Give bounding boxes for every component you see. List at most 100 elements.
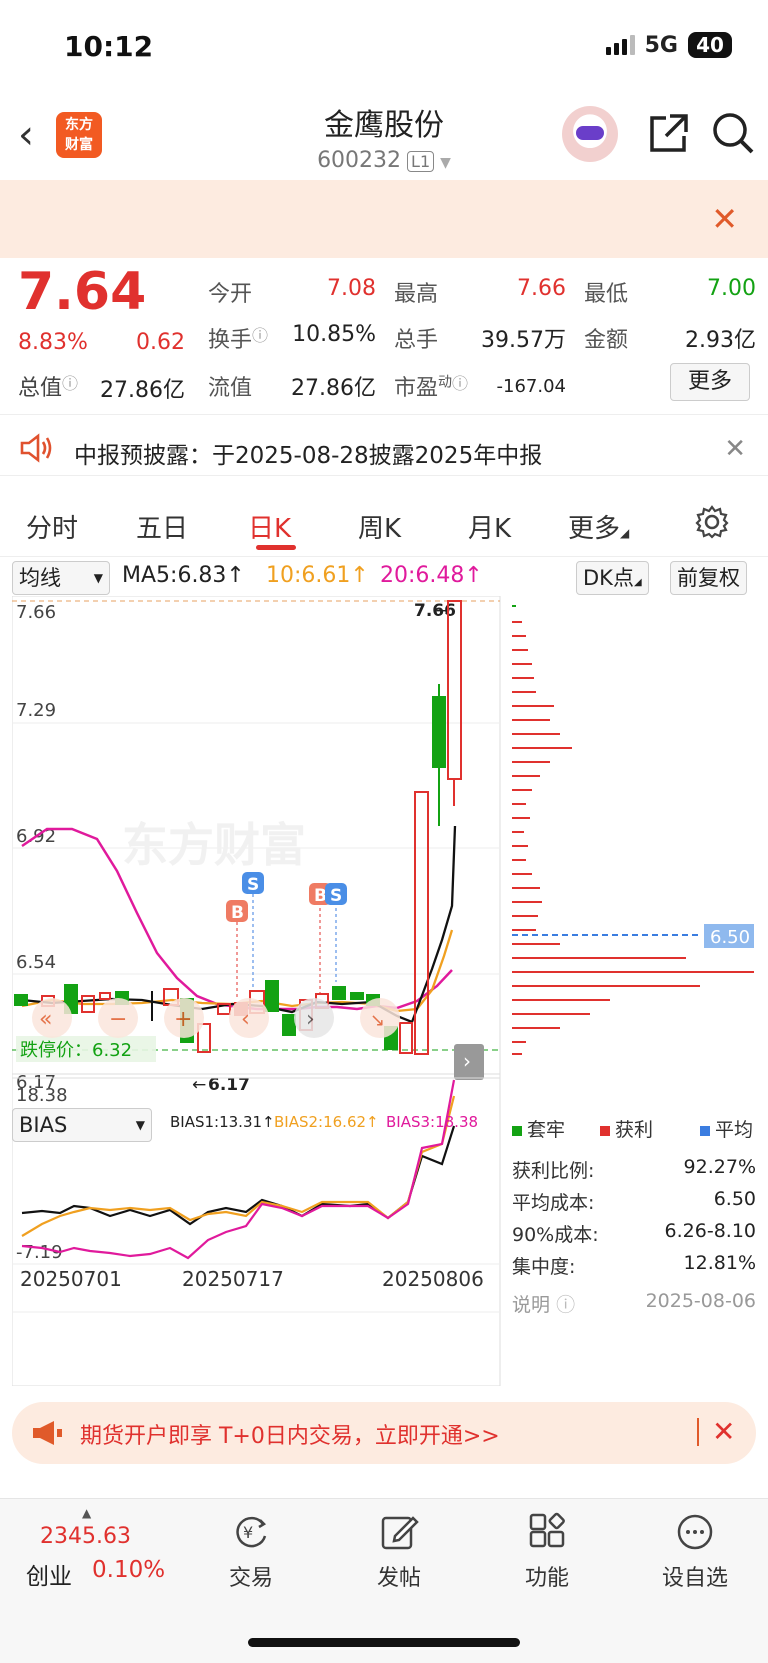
more-button[interactable]: 更多 [670, 363, 750, 401]
network-label: 5G [644, 32, 678, 58]
bias2-label: BIAS2:16.62↑ [274, 1113, 379, 1131]
more-dots-icon [675, 1512, 715, 1552]
svg-text:«: « [39, 1007, 52, 1032]
pe-sup: 动 [438, 374, 453, 391]
index-value[interactable]: 2345.63 [40, 1524, 131, 1549]
pe-label: 市盈动ⓘ [394, 374, 469, 401]
nav-add-watchlist[interactable]: 设自选 [640, 1512, 750, 1592]
date-label: 20250701 [20, 1267, 122, 1291]
close-icon[interactable]: ✕ [712, 1415, 735, 1448]
close-icon[interactable]: ✕ [724, 434, 746, 464]
info-icon: ⓘ [62, 374, 79, 393]
pe-value: -167.04 [496, 376, 566, 397]
bias-select[interactable]: BIAS ▼ [12, 1108, 152, 1142]
corner-arrow-icon: ◢ [633, 577, 642, 588]
signal-icon [605, 35, 635, 55]
nav-post[interactable]: 发帖 [344, 1512, 454, 1592]
low-label: 最低 [584, 282, 629, 307]
y-label: 6.54 [16, 952, 56, 973]
tab-intraday[interactable]: 分时 [26, 508, 78, 545]
info-icon: ⓘ [452, 374, 469, 393]
stat-value: 12.81% [683, 1252, 756, 1274]
legend-profit: 获利 [600, 1115, 653, 1142]
tab-monthly-k[interactable]: 月K [468, 508, 511, 545]
svg-text:↘: ↘ [370, 1010, 385, 1031]
amount-value: 2.93亿 [685, 328, 756, 353]
float-label: 流值 [208, 376, 253, 401]
current-price: 7.64 [18, 262, 147, 322]
stat-value: 6.26-8.10 [664, 1220, 756, 1242]
index-name[interactable]: 创业 [26, 1557, 72, 1591]
y-label: 7.29 [16, 700, 56, 721]
turnover-label: 换手ⓘ [208, 326, 269, 353]
tab-daily-k[interactable]: 日K [248, 508, 291, 545]
ma-select[interactable]: 均线 ▼ [12, 561, 110, 595]
high-value: 7.66 [517, 276, 566, 301]
stat-value: 92.27% [683, 1156, 756, 1178]
tab-five-day[interactable]: 五日 [136, 508, 188, 545]
note-link[interactable]: 说明 ⓘ [512, 1290, 575, 1317]
bias-y-top: 18.38 [16, 1085, 68, 1106]
status-icons: 5G 40 [605, 32, 732, 58]
bias3-label: BIAS3:18.38 [386, 1113, 479, 1131]
float-value: 27.86亿 [291, 376, 376, 401]
chip-bars [512, 621, 754, 1055]
edit-icon [379, 1512, 419, 1552]
date-label: 20250717 [182, 1267, 284, 1291]
cost-marker: 6.50 [710, 927, 750, 948]
settings-icon[interactable] [694, 504, 730, 544]
legend-trapped: 套牢 [512, 1115, 565, 1142]
adjust-button[interactable]: 前复权 [670, 561, 747, 595]
high-label: 最高 [394, 282, 439, 307]
expand-icon: › [463, 1049, 471, 1073]
level-badge: L1 [407, 151, 435, 172]
change-amount: 0.62 [136, 330, 185, 355]
open-label: 今开 [208, 282, 253, 307]
notice-text: 中报预披露：于2025-08-28披露2025年中报 [74, 443, 543, 469]
tab-weekly-k[interactable]: 周K [358, 508, 401, 545]
search-icon[interactable] [710, 110, 756, 156]
limit-down-label: 跌停价：6.32 [20, 1040, 132, 1061]
close-icon[interactable]: ✕ [711, 200, 738, 238]
dropdown-arrow-icon: ▼ [93, 571, 103, 585]
caret-up-icon: ▲ [82, 1506, 92, 1520]
nav-functions[interactable]: 功能 [492, 1512, 602, 1592]
info-icon: ⓘ [252, 326, 269, 345]
active-tab-indicator [256, 545, 296, 550]
tab-more[interactable]: 更多◢ [568, 508, 629, 545]
nav-trade[interactable]: ¥ 交易 [196, 1512, 306, 1592]
megaphone-icon [30, 1418, 64, 1452]
y-label: 7.66 [16, 602, 56, 623]
stat-label: 集中度: [512, 1256, 576, 1278]
assistant-avatar[interactable] [562, 106, 618, 162]
stat-label: 平均成本: [512, 1192, 595, 1214]
total-value-label: 总值ⓘ [18, 374, 79, 401]
index-percent[interactable]: 0.10% [92, 1557, 165, 1583]
kline-chart[interactable]: 东方财富 7.66 7.29 6.92 6.54 6.17 7.66 → 6.1… [12, 596, 502, 1386]
stat-label: 90%成本: [512, 1224, 599, 1246]
promo-banner[interactable] [0, 180, 768, 258]
ma10-label: 10:6.61↑ [266, 563, 369, 588]
total-value: 27.86亿 [100, 378, 185, 403]
stock-code: 600232 [317, 148, 402, 173]
bias1-label: BIAS1:13.31↑ [170, 1113, 275, 1131]
legend-average: 平均 [700, 1115, 753, 1142]
turnover-value: 10.85% [292, 322, 376, 347]
open-value: 7.08 [327, 276, 376, 301]
amount-label: 金额 [584, 328, 629, 353]
grid-icon [527, 1512, 567, 1552]
dropdown-arrow-icon: ▼ [135, 1118, 145, 1132]
svg-text:B: B [231, 903, 244, 923]
ma5-label: MA5:6.83↑ [122, 563, 245, 588]
dk-button[interactable]: DK点◢ [576, 561, 649, 595]
trade-icon: ¥ [231, 1512, 271, 1552]
share-icon[interactable] [646, 110, 692, 156]
svg-text:›: › [306, 1007, 315, 1032]
note-date: 2025-08-06 [645, 1290, 756, 1312]
ad-text: 期货开户即享 T+0日内交易，立即开通>> [80, 1424, 500, 1449]
svg-text:¥: ¥ [243, 1523, 253, 1542]
divider [697, 1418, 699, 1446]
svg-text:+: + [174, 1007, 192, 1032]
home-indicator [248, 1638, 520, 1647]
divider [0, 556, 768, 557]
